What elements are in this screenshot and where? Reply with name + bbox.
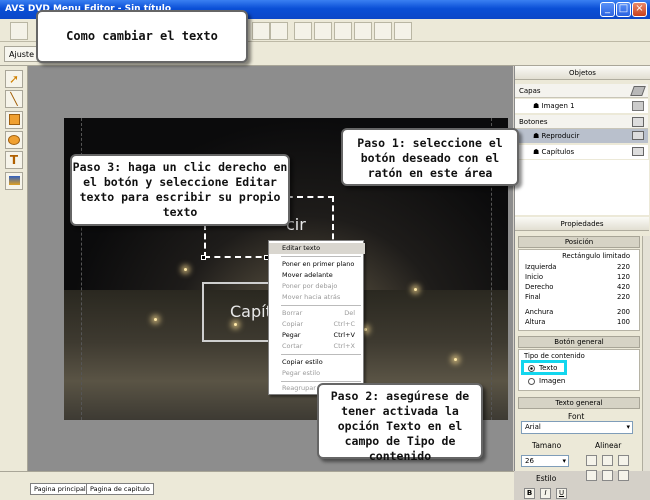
buttons-group[interactable]: Botones <box>515 115 648 129</box>
button-item-capitulos[interactable]: ☗ Capítulos <box>515 145 648 159</box>
close-icon[interactable]: × <box>632 2 647 17</box>
bold-button[interactable]: B <box>524 488 535 499</box>
align-left-icon[interactable] <box>586 455 597 466</box>
ctx-paste[interactable]: Pegar Ctrl+V <box>269 330 365 341</box>
resize-handle[interactable] <box>201 255 206 260</box>
properties-header: Propiedades <box>515 217 649 231</box>
align-right-icon[interactable] <box>334 22 352 40</box>
send-back-icon[interactable] <box>270 22 288 40</box>
style-label: Estilo <box>536 474 557 483</box>
layer-thumbnail-icon <box>632 101 644 111</box>
step3-callout: Paso 3: haga un clic derecho en el botón… <box>70 154 290 226</box>
valign-middle-icon[interactable] <box>602 470 613 481</box>
ctx-edit-text[interactable]: Editar texto <box>269 243 365 254</box>
title-callout: Como cambiar el texto <box>36 10 248 63</box>
button-thumb-icon <box>632 147 644 156</box>
align-center-icon[interactable] <box>602 455 613 466</box>
right-prop: Derecho 420 <box>525 283 630 291</box>
ctx-move-backward: Mover hacia atrás <box>282 293 341 301</box>
ctx-paste-style: Pegar estilo <box>282 369 321 377</box>
left-prop: Izquierda 220 <box>525 263 630 271</box>
maximize-icon[interactable]: □ <box>616 2 631 17</box>
image-tool-icon[interactable] <box>5 172 23 190</box>
height-prop: Altura 100 <box>525 318 630 326</box>
step2-callout: Paso 2: asegúrese de tener activada la o… <box>317 383 483 463</box>
align-center-icon[interactable] <box>314 22 332 40</box>
content-type-label: Tipo de contenido <box>524 352 585 360</box>
tab-chapter-page[interactable]: Pagina de capitulo <box>86 483 154 495</box>
general-button-section[interactable]: Botón general <box>518 336 640 348</box>
adjust-button[interactable]: Ajuste <box>4 46 39 62</box>
position-section[interactable]: Posición <box>518 236 640 248</box>
radio-image[interactable] <box>528 378 535 385</box>
minimize-icon[interactable]: _ <box>600 2 615 17</box>
align-right-icon[interactable] <box>618 455 629 466</box>
general-text-section[interactable]: Texto general <box>518 397 640 409</box>
properties-scrollbar[interactable] <box>642 236 650 471</box>
tab-main-page[interactable]: Pagina principal <box>30 483 90 495</box>
buttons-icon <box>632 117 644 127</box>
bring-front-icon[interactable] <box>252 22 270 40</box>
button-thumb-icon <box>632 131 644 140</box>
align-middle-icon[interactable] <box>374 22 392 40</box>
button-item-reproducir[interactable]: ☗ Reproducir <box>515 129 648 143</box>
end-prop: Final 220 <box>525 293 630 301</box>
radio-image-label: Imagen <box>539 377 566 385</box>
context-menu: Editar texto Poner en primer plano Mover… <box>268 240 365 395</box>
align-label: Alinear <box>595 441 622 450</box>
ctx-copy-style[interactable]: Copiar estilo <box>269 357 365 368</box>
align-top-icon[interactable] <box>354 22 372 40</box>
italic-button[interactable]: I <box>540 488 551 499</box>
rectangle-tool-icon[interactable] <box>5 111 23 129</box>
ctx-delete: Borrar Del <box>282 309 355 317</box>
ctx-send-back: Poner por debajo <box>282 282 338 290</box>
ctx-copy: Copiar Ctrl+C <box>282 320 355 328</box>
underline-button[interactable]: U <box>556 488 567 499</box>
start-prop: Inicio 120 <box>525 273 630 281</box>
ctx-move-forward[interactable]: Mover adelante <box>269 270 365 281</box>
ctx-cut: Cortar Ctrl+X <box>282 342 355 350</box>
align-left-icon[interactable] <box>294 22 312 40</box>
size-label: Tamano <box>532 441 562 450</box>
bounding-label: Rectángulo limitado <box>562 252 630 260</box>
valign-bottom-icon[interactable] <box>618 470 629 481</box>
button-label-capitulos: Capít <box>230 302 272 321</box>
line-tool-icon[interactable]: ╲ <box>5 90 23 108</box>
layer-item[interactable]: ☗ Imagen 1 <box>515 99 648 113</box>
objects-header: Objetos <box>515 66 650 80</box>
width-prop: Anchura 200 <box>525 308 630 316</box>
font-select[interactable]: Arial ▾ <box>521 421 633 434</box>
valign-top-icon[interactable] <box>586 470 597 481</box>
pointer-tool-icon[interactable]: ➚ <box>5 70 23 88</box>
open-icon[interactable] <box>10 22 28 40</box>
align-bottom-icon[interactable] <box>394 22 412 40</box>
ctx-bring-front[interactable]: Poner en primer plano <box>269 259 365 270</box>
size-select[interactable]: 26 ▾ <box>521 455 569 467</box>
text-tool-icon[interactable]: T <box>5 151 23 169</box>
text-option-highlight <box>521 360 567 375</box>
ellipse-tool-icon[interactable] <box>5 131 23 149</box>
step1-callout: Paso 1: seleccione el botón deseado con … <box>341 128 519 186</box>
font-label: Font <box>568 412 585 421</box>
layers-group[interactable]: Capas <box>515 84 648 98</box>
